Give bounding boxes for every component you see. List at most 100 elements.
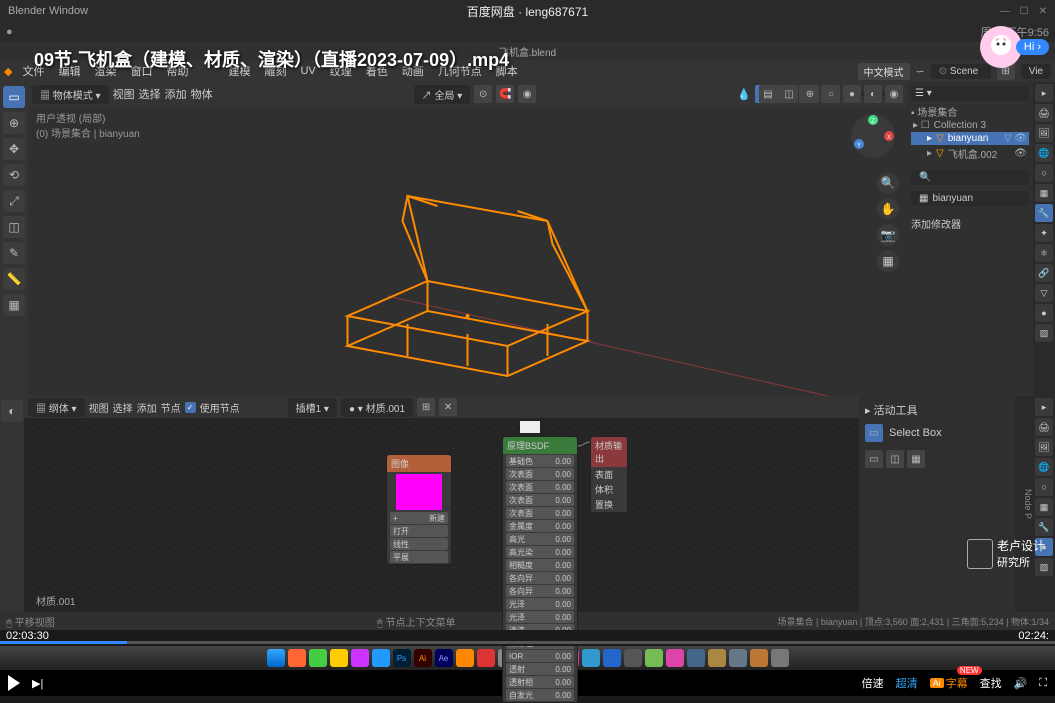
material-dropdown[interactable]: ● ▾ 材质.001 [341,398,413,417]
rotate-tool[interactable]: ⟲ [3,164,25,186]
node-image-new[interactable]: +新建 [390,512,448,524]
slot-dropdown[interactable]: 插槽1 ▾ [288,398,337,417]
proptab-object[interactable]: ▦ [1035,184,1053,202]
use-nodes-checkbox[interactable]: ✓ [185,402,196,413]
node-output-header[interactable]: 材质输出 [591,437,627,467]
bsdf-row-8[interactable]: 相糙度0.00 [506,559,574,571]
proptab2-object[interactable]: ▦ [1035,498,1053,516]
proptab2-render[interactable]: ▸ [1035,398,1053,416]
proptab2-modifier[interactable]: 🔧 [1035,518,1053,536]
pivot-button[interactable]: ⊙ [474,85,492,103]
next-button[interactable]: ▶| [32,677,43,690]
proptab-mesh[interactable]: ▽ [1035,284,1053,302]
outliner-search[interactable]: 🔍 [911,170,1029,185]
nav-gizmo[interactable]: Z X Y [849,112,897,160]
node-image-opt1[interactable]: 线性 [390,538,448,550]
outliner-collection[interactable]: ▸ ☐ Collection 3 [911,119,1029,132]
bsdf-row-5[interactable]: 金属度0.00 [506,520,574,532]
node-mode[interactable]: ▦ 纲体 ▾ [28,398,85,417]
orientation-dropdown[interactable]: ↗ 全局 ▾ [414,85,471,104]
proptab-render[interactable]: ▸ [1035,84,1053,102]
eyedropper-icon[interactable]: 💧 [737,88,751,101]
proptab-particles[interactable]: ✦ [1035,224,1053,242]
node-editor-type[interactable]: ◐ [1,400,23,422]
bsdf-row-15[interactable]: IOR0.00 [506,650,574,662]
node-image-opt2[interactable]: 平展 [390,551,448,563]
select-tool[interactable]: ▭ [3,86,25,108]
outliner-item-box[interactable]: ▸ ▽ 飞机盒.002 👁 [911,145,1029,162]
close-button[interactable]: ✕ [1039,6,1047,17]
node-menu-view[interactable]: 视图 [89,400,109,415]
proptab2-scene[interactable]: 🌐 [1035,458,1053,476]
measure-tool[interactable]: 📏 [3,268,25,290]
mat-new[interactable]: ⊞ [417,398,435,416]
proptab-output[interactable]: 🖨 [1035,104,1053,122]
quality-control[interactable]: 超清 [896,675,918,691]
vp-render[interactable]: ◉ [885,85,903,103]
vp-mat[interactable]: ◐ [864,85,882,103]
bsdf-row-7[interactable]: 高光染0.00 [506,546,574,558]
color-swatch[interactable] [519,420,541,434]
proptab-view[interactable]: 🖼 [1035,124,1053,142]
bsdf-row-0[interactable]: 基础色0.00 [506,455,574,467]
bsdf-row-6[interactable]: 高光0.00 [506,533,574,545]
tool-opt1[interactable]: ▭ [865,450,883,468]
node-image-open[interactable]: 打开 [390,525,448,537]
object-name-field[interactable]: ▦ bianyuan [911,191,1029,206]
bsdf-row-4[interactable]: 次表面0.00 [506,507,574,519]
mat-unlink[interactable]: ✕ [439,398,457,416]
bsdf-row-18[interactable]: 自发光0.00 [506,689,574,701]
node-out-disp[interactable]: 置换 [591,497,627,512]
minimize-button[interactable]: — [1000,6,1010,17]
viewport-3d[interactable] [28,106,907,396]
outliner-filter[interactable]: ☰ ▾ [911,86,1029,101]
n-panel-tab[interactable]: Node P [1015,396,1033,612]
viewport-menu-add[interactable]: 添加 [165,86,187,102]
layout-mode[interactable]: 中文模式 [858,63,910,80]
bsdf-row-10[interactable]: 各向异0.00 [506,585,574,597]
add-modifier-button[interactable]: 添加修改器 [911,216,1029,231]
speed-control[interactable]: 倍速 [862,675,884,691]
annotate-tool[interactable]: ✎ [3,242,25,264]
maximize-button[interactable]: ☐ [1020,6,1029,17]
viewport-menu-view[interactable]: 视图 [113,86,135,102]
play-button[interactable] [8,675,20,691]
fullscreen-icon[interactable]: ⛶ [1039,677,1047,690]
viewport-menu-select[interactable]: 选择 [139,86,161,102]
snap-button[interactable]: 🧲 [496,85,514,103]
bsdf-row-9[interactable]: 各向异0.00 [506,572,574,584]
proptab2-world[interactable]: ○ [1035,478,1053,496]
bsdf-row-11[interactable]: 光泽0.00 [506,598,574,610]
node-menu-select[interactable]: 选择 [113,400,133,415]
node-bsdf-header[interactable]: 原理BSDF [503,437,577,454]
volume-icon[interactable]: 🔊 [1014,677,1028,690]
tool-opt3[interactable]: ▦ [907,450,925,468]
move-tool[interactable]: ✥ [3,138,25,160]
node-out-volume[interactable]: 体积 [591,482,627,497]
gizmo-toggle[interactable]: ⊕ [801,85,819,103]
proptab-material[interactable]: ● [1035,304,1053,322]
node-menu-add[interactable]: 添加 [137,400,157,415]
node-image-header[interactable]: 图像 [387,455,451,472]
overlay-toggle[interactable]: ▤ [759,85,777,103]
proptab-scene[interactable]: 🌐 [1035,144,1053,162]
outliner-scene[interactable]: ▪ 场景集合 [911,104,1029,119]
node-out-surface[interactable]: 表面 [591,467,627,482]
zoom-icon[interactable]: 🔍 [877,172,899,194]
hi-badge[interactable]: Hi › [1016,39,1049,55]
cursor-tool[interactable]: ⊕ [3,112,25,134]
vp-solid[interactable]: ● [843,85,861,103]
camera-icon[interactable]: 📷 [877,224,899,246]
bsdf-row-1[interactable]: 次表面0.00 [506,468,574,480]
pan-icon[interactable]: ✋ [877,198,899,220]
bsdf-row-17[interactable]: 透射相0.00 [506,676,574,688]
scale-tool[interactable]: ⤢ [3,190,25,212]
proptab-physics[interactable]: ⚛ [1035,244,1053,262]
link-icon[interactable]: ∽ [916,65,925,78]
find-control[interactable]: 查找 [980,675,1002,691]
propedit-button[interactable]: ◉ [518,85,536,103]
tool-opt2[interactable]: ◫ [886,450,904,468]
proptab-texture[interactable]: ▨ [1035,324,1053,342]
outliner-item-bianyuan[interactable]: ▸ ▽ bianyuan ▽ 👁 [911,132,1029,145]
ai-button[interactable]: Ai 字幕 [930,675,968,691]
